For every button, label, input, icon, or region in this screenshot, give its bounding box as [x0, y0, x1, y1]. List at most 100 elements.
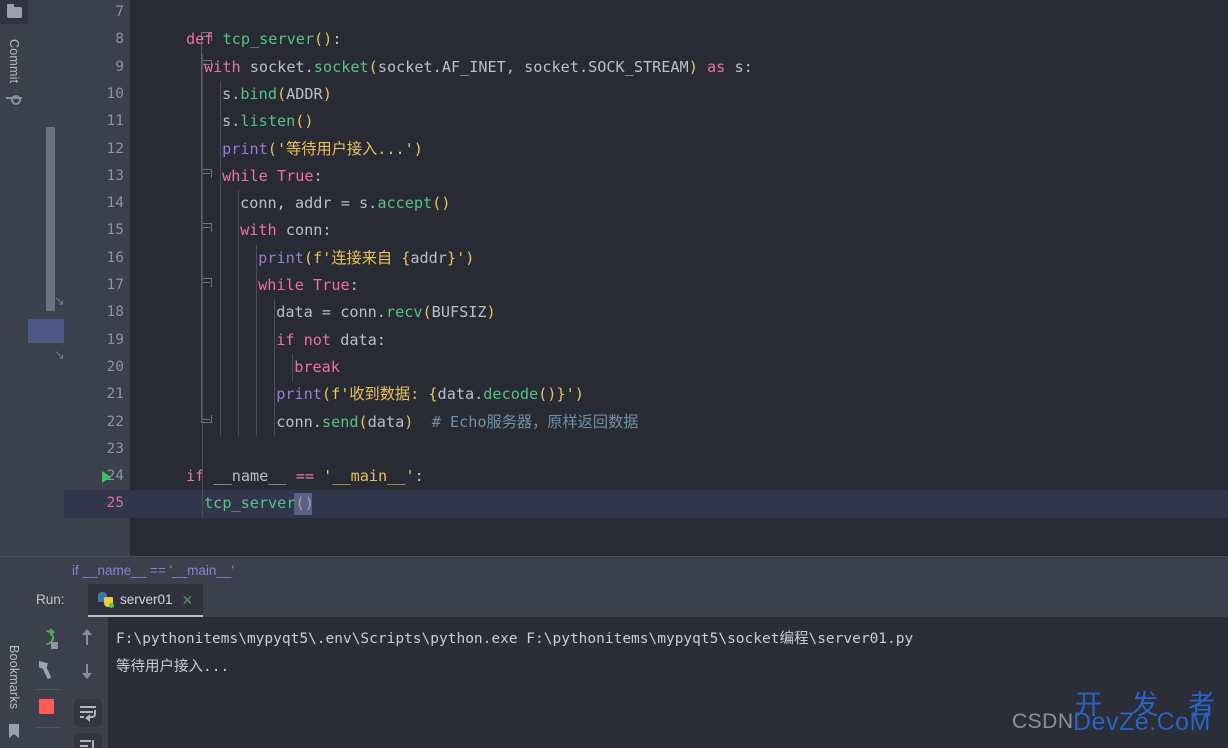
indent-guide — [238, 190, 239, 436]
line-number: 11 — [107, 108, 124, 135]
code-line[interactable]: print(f'连接来自 {addr}') — [258, 245, 474, 272]
code-token: not — [304, 331, 341, 349]
code-token: ( — [268, 140, 277, 158]
code-token: == — [296, 467, 323, 485]
editor-gutter[interactable]: 78910111213141516171819202122232425 — [64, 0, 130, 556]
sidebar-item-commit[interactable]: Commit — [0, 30, 28, 92]
code-token: ) — [487, 303, 496, 321]
line-number: 7 — [115, 0, 124, 26]
code-token: tcp_server — [204, 494, 295, 512]
code-token: addr — [410, 249, 447, 267]
arrow-down-icon[interactable] — [80, 661, 94, 679]
code-token: . — [305, 58, 314, 76]
code-line[interactable]: with conn: — [240, 217, 331, 244]
code-token: socket — [250, 58, 305, 76]
code-token: if — [276, 331, 303, 349]
chevron-icon: ↘ — [54, 294, 64, 307]
code-token: ) — [323, 85, 332, 103]
code-token: True — [313, 276, 350, 294]
code-token: with — [240, 221, 286, 239]
line-number: 16 — [107, 245, 124, 272]
code-line[interactable]: s.listen() — [222, 108, 313, 135]
close-icon[interactable]: ✕ — [182, 593, 194, 607]
code-line[interactable]: while True: — [222, 163, 323, 190]
code-token: with — [204, 58, 250, 76]
code-line[interactable]: if __name__ == '__main__': — [186, 463, 424, 490]
code-token: ) — [414, 140, 423, 158]
line-number: 21 — [107, 381, 124, 408]
run-tab-server01[interactable]: server01 ✕ — [88, 584, 203, 617]
code-token: ( — [359, 413, 368, 431]
code-line[interactable]: with socket.socket(socket.AF_INET, socke… — [204, 54, 753, 81]
stop-icon[interactable] — [39, 699, 54, 714]
code-line[interactable]: while True: — [258, 272, 359, 299]
folder-icon — [7, 7, 22, 18]
scroll-to-end-button[interactable] — [74, 733, 102, 748]
code-token: socket.AF_INET, socket.SOCK_STREAM — [378, 58, 689, 76]
wrench-icon[interactable] — [39, 661, 57, 679]
code-token: } — [556, 385, 565, 403]
run-panel-label: Run: — [36, 592, 65, 607]
scroll-to-end-icon — [80, 740, 96, 748]
code-token: print — [276, 385, 322, 403]
soft-wrap-icon — [80, 706, 96, 720]
line-number: 23 — [107, 436, 124, 463]
code-token: } — [447, 249, 456, 267]
code-token: decode — [483, 385, 538, 403]
code-token: ADDR — [286, 85, 323, 103]
code-token: data: — [340, 331, 386, 349]
code-token — [413, 413, 431, 431]
bookmark-icon — [9, 724, 19, 738]
code-line[interactable]: conn.send(data) # Echo服务器，原样返回数据 — [276, 409, 638, 436]
code-line[interactable]: data = conn.recv(BUFSIZ) — [276, 299, 496, 326]
code-line[interactable]: print(f'收到数据: {data.decode()}') — [276, 381, 584, 408]
run-gutter-icon[interactable] — [102, 471, 111, 483]
code-line[interactable]: break — [294, 354, 340, 381]
editor-scrollbar-thumb[interactable] — [46, 127, 55, 311]
code-token: recv — [386, 303, 423, 321]
code-token: s — [359, 194, 368, 212]
editor-code-area[interactable]: def tcp_server():with socket.socket(sock… — [130, 0, 1228, 556]
code-editor[interactable]: 78910111213141516171819202122232425 def … — [64, 0, 1228, 556]
rerun-icon[interactable] — [38, 629, 58, 649]
arrow-up-icon[interactable] — [80, 629, 94, 647]
console-line: 等待用户接入... — [116, 654, 229, 681]
toolbar-divider — [36, 727, 60, 728]
run-toolbar-secondary — [68, 617, 108, 748]
line-number: 14 — [107, 190, 124, 217]
breadcrumb-left-stub — [0, 556, 64, 584]
run-console[interactable]: F:\pythonitems\mypyqt5\.env\Scripts\pyth… — [108, 617, 1228, 748]
code-token: . — [377, 303, 386, 321]
run-panel-header: Run: server01 ✕ — [28, 584, 1228, 617]
code-token: BUFSIZ — [432, 303, 487, 321]
code-token: __name__ — [213, 467, 295, 485]
code-token: accept — [377, 194, 432, 212]
breadcrumb[interactable]: if __name__ == '__main__' — [64, 556, 1228, 584]
code-token: if — [186, 467, 213, 485]
text-selection — [294, 493, 312, 515]
code-token: ( — [277, 85, 286, 103]
code-token: { — [401, 249, 410, 267]
code-line[interactable]: print('等待用户接入...') — [222, 136, 423, 163]
line-number: 19 — [107, 327, 124, 354]
line-number: 12 — [107, 136, 124, 163]
code-token: send — [322, 413, 359, 431]
code-line[interactable]: conn, addr = s.accept() — [240, 190, 450, 217]
code-token: ( — [423, 303, 432, 321]
soft-wrap-button[interactable] — [74, 699, 102, 727]
code-token: print — [258, 249, 304, 267]
code-line[interactable]: def tcp_server(): — [186, 26, 341, 53]
code-line[interactable]: if not data: — [276, 327, 386, 354]
editor-annotation-strip[interactable]: ↘ ↘ — [28, 0, 64, 556]
code-token: data — [368, 413, 405, 431]
code-token: () — [538, 385, 556, 403]
left-tool-rail: Commit Bookmarks — [0, 0, 28, 748]
code-token: . — [474, 385, 483, 403]
code-line[interactable]: s.bind(ADDR) — [222, 81, 332, 108]
project-tool-button[interactable] — [0, 0, 28, 24]
breadcrumb-segment[interactable]: if __name__ == '__main__' — [72, 563, 234, 578]
code-token: True — [277, 167, 314, 185]
sidebar-item-bookmarks[interactable]: Bookmarks — [0, 634, 28, 720]
code-token: def — [186, 30, 223, 48]
change-marker — [28, 319, 64, 343]
